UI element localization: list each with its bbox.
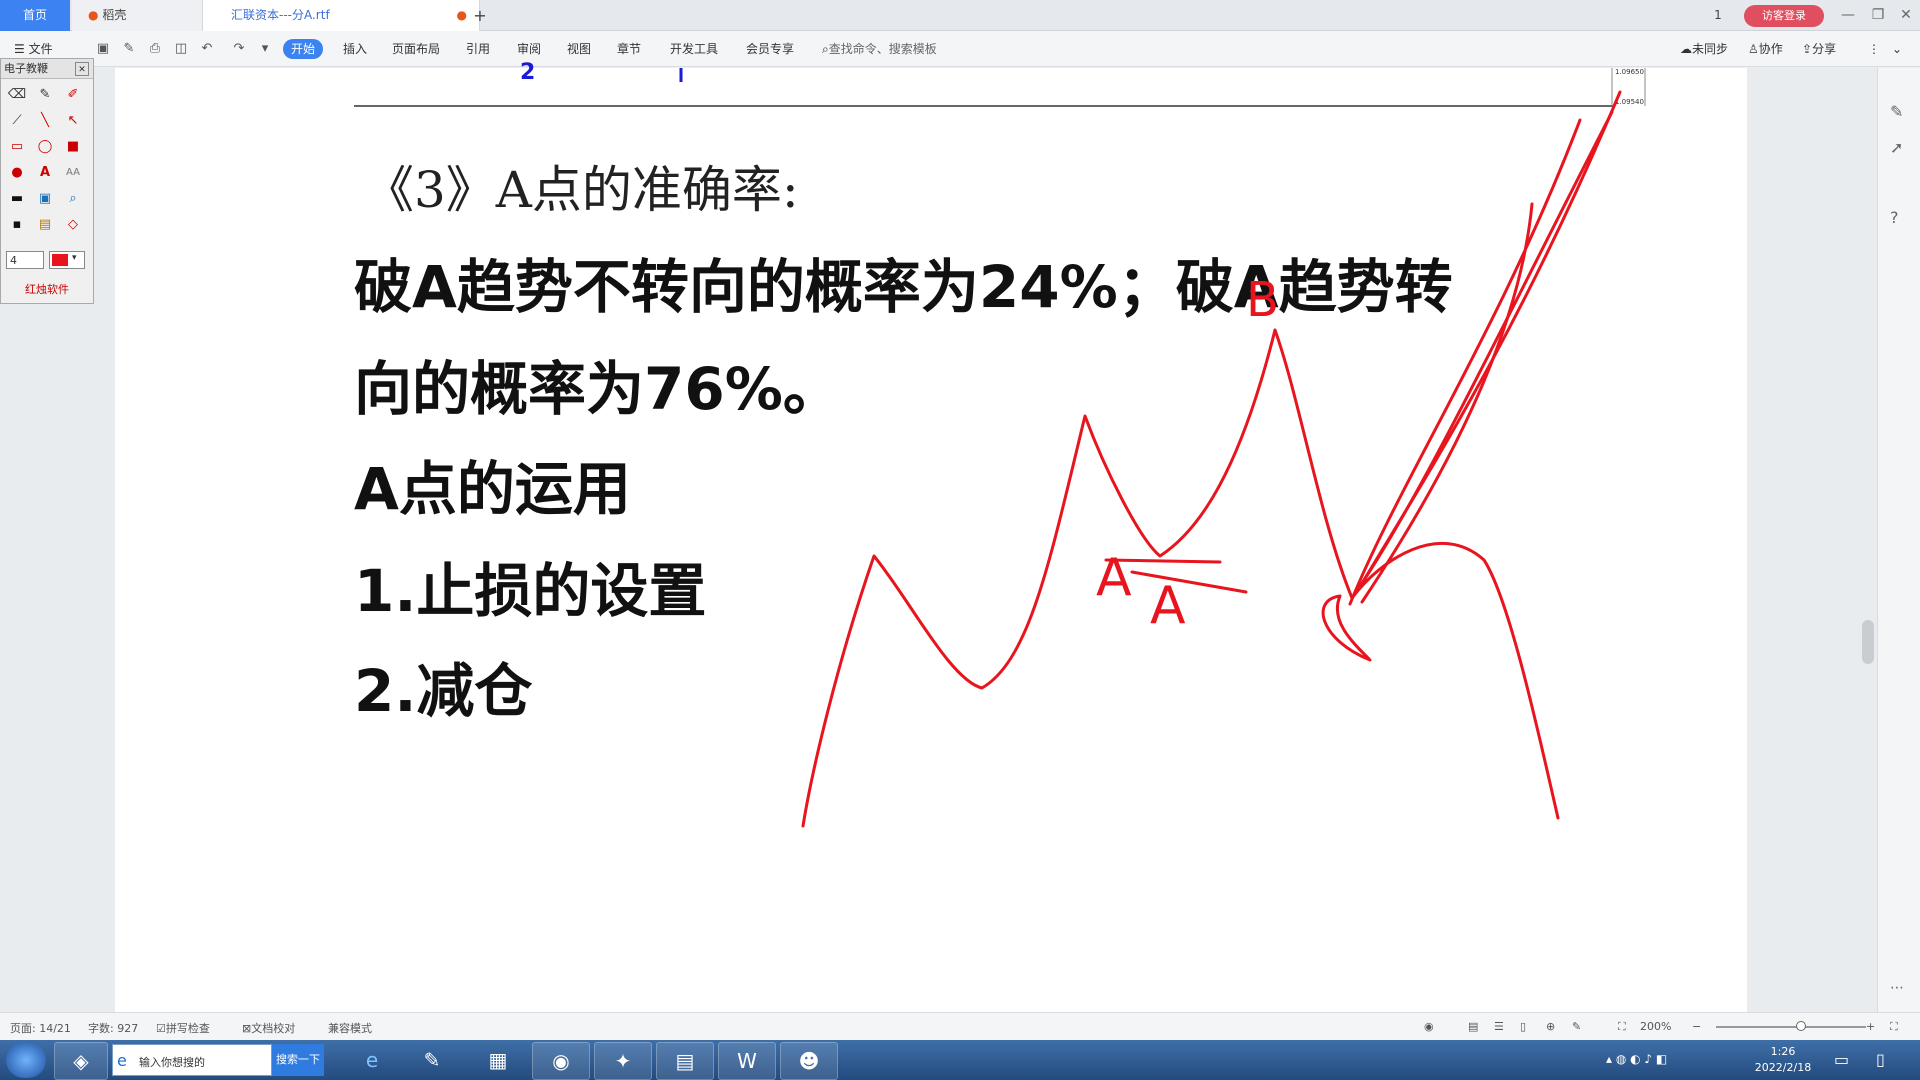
brush-icon[interactable]: ⟋ (7, 111, 27, 131)
checkbox-icon: ☑ (156, 1022, 166, 1035)
help-icon[interactable]: ? (1890, 208, 1899, 227)
clock-time: 1:26 (1770, 1045, 1796, 1058)
eye-protect-icon[interactable]: ◉ (1424, 1020, 1434, 1033)
pen-icon[interactable]: ✎ (1890, 102, 1903, 121)
vertical-scrollbar-thumb[interactable] (1862, 620, 1874, 664)
highlighter-icon[interactable]: ✐ (63, 85, 83, 105)
taskbar: ◈ e 输入你想搜的 搜索一下 e ✎ ▦ ◉ ✦ ▤ W ☻ ▴ ◍ ◐ ♪ … (0, 1040, 1920, 1080)
magnifier-icon[interactable]: ⌕ (63, 189, 83, 209)
word-count[interactable]: 字数: 927 (88, 1020, 138, 1036)
calculator-icon[interactable]: ▦ (476, 1042, 520, 1078)
eraser-icon[interactable]: ⌫ (7, 85, 27, 105)
tray-icons[interactable]: ▴ ◍ ◐ ♪ ◧ (1606, 1052, 1667, 1066)
green-app-icon[interactable]: ◉ (532, 1042, 590, 1080)
zoom-slider[interactable] (1716, 1021, 1866, 1031)
status-bar: 页面: 14/21 字数: 927 ☑拼写检查 ⊠文档校对 兼容模式 ◉ ▤ ☰… (0, 1012, 1920, 1040)
font-size-icon[interactable]: AA (63, 163, 83, 183)
line-tool-icon[interactable]: ╲ (35, 111, 55, 131)
arrow-tool-icon[interactable]: ↖ (63, 111, 83, 131)
clock-date: 2022/2/18 (1754, 1061, 1812, 1074)
game-app-icon[interactable]: ✦ (594, 1042, 652, 1080)
ink-label-a-2: A (1150, 576, 1186, 636)
taskbar-search-button[interactable]: 搜索一下 (272, 1044, 324, 1076)
rectangle-tool-icon[interactable]: ▭ (7, 137, 27, 157)
action-center-icon[interactable]: ▭ (1834, 1050, 1849, 1069)
doc-proofread-label: 文档校对 (251, 1022, 296, 1035)
ie-icon: e (117, 1051, 127, 1070)
color-bar-icon[interactable]: ▬ (7, 189, 27, 209)
ie-browser-icon[interactable]: e (350, 1042, 394, 1078)
compat-mode: 兼容模式 (328, 1022, 372, 1035)
screen-icon[interactable]: ▣ (35, 189, 55, 209)
filled-rectangle-icon[interactable]: ■ (63, 137, 83, 157)
pen-color-select[interactable]: ▾ (49, 251, 85, 269)
save-tool-icon[interactable]: ▪ (7, 215, 27, 235)
filled-ellipse-icon[interactable]: ● (7, 163, 27, 183)
ink-breakout-line-3 (1348, 118, 1582, 606)
fit-page-icon[interactable]: ⛶ (1618, 1020, 1626, 1034)
chevron-down-icon: ▾ (72, 253, 77, 263)
ink-label-a-1: A (1096, 548, 1132, 608)
brush-app-icon[interactable]: ✎ (410, 1042, 454, 1078)
write-mode-icon[interactable]: ✎ (1572, 1020, 1581, 1033)
clear-tool-icon[interactable]: ◇ (63, 215, 83, 235)
ink-loop (1321, 594, 1372, 662)
ink-breakout-line-2 (1356, 90, 1622, 592)
spell-check[interactable]: ☑拼写检查 (156, 1020, 210, 1036)
pen-color-swatch (52, 254, 68, 266)
show-desktop-icon[interactable]: ▯ (1876, 1050, 1885, 1069)
spell-check-label: 拼写检查 (165, 1022, 210, 1035)
more-dots-icon[interactable]: ⋯ (1890, 980, 1904, 996)
start-button[interactable] (6, 1042, 46, 1078)
zoom-in-icon[interactable]: + (1866, 1020, 1875, 1033)
taskbar-search-input[interactable]: e 输入你想搜的 (112, 1044, 272, 1076)
pen-tool-icon[interactable]: ✎ (35, 85, 55, 105)
pen-size-select[interactable]: 4 (6, 251, 44, 269)
ink-annotations (801, 90, 1622, 828)
recorder-app-icon[interactable]: ☻ (780, 1042, 838, 1080)
outline-view-icon[interactable]: ☰ (1494, 1020, 1504, 1033)
pointer-tool-palette: 电子教鞭 ✕ ⌫ ✎ ✐ ⟋ ╲ ↖ ▭ ◯ ■ ● A AA ▬ ▣ ⌕ ▪ … (0, 58, 94, 304)
palette-footer: 红烛软件 (25, 283, 69, 296)
palette-close-icon[interactable]: ✕ (75, 62, 89, 76)
taskbar-app-icon[interactable]: ◈ (54, 1042, 108, 1080)
page-view-icon[interactable]: ▤ (1468, 1020, 1478, 1033)
ink-breakout-line-1 (1350, 110, 1614, 600)
open-folder-icon[interactable]: ▤ (35, 215, 55, 235)
zoom-level[interactable]: 200% (1640, 1020, 1671, 1033)
ink-label-b: B (1246, 272, 1279, 328)
ellipse-tool-icon[interactable]: ◯ (35, 137, 55, 157)
taskbar-clock[interactable]: 1:26 2022/2/18 (1748, 1044, 1818, 1076)
web-view-icon[interactable]: ⊕ (1546, 1020, 1555, 1033)
proofread-icon: ⊠ (242, 1022, 252, 1035)
zoom-out-icon[interactable]: − (1692, 1020, 1701, 1033)
text-tool-icon[interactable]: A (35, 163, 55, 183)
search-placeholder: 输入你想搜的 (139, 1056, 205, 1069)
page-count[interactable]: 页面: 14/21 (10, 1020, 71, 1036)
reading-view-icon[interactable]: ▯ (1520, 1020, 1526, 1033)
cursor-icon[interactable]: ➚ (1890, 138, 1903, 157)
zoom-slider-thumb[interactable] (1796, 1021, 1806, 1031)
fullscreen-icon[interactable]: ⛶ (1890, 1020, 1898, 1034)
right-side-panel: ✎ ➚ ? ⋯ (1877, 68, 1920, 1012)
folder-icon[interactable]: ▤ (656, 1042, 714, 1080)
wps-writer-icon[interactable]: W (718, 1042, 776, 1080)
doc-proofread[interactable]: ⊠文档校对 (242, 1020, 295, 1036)
